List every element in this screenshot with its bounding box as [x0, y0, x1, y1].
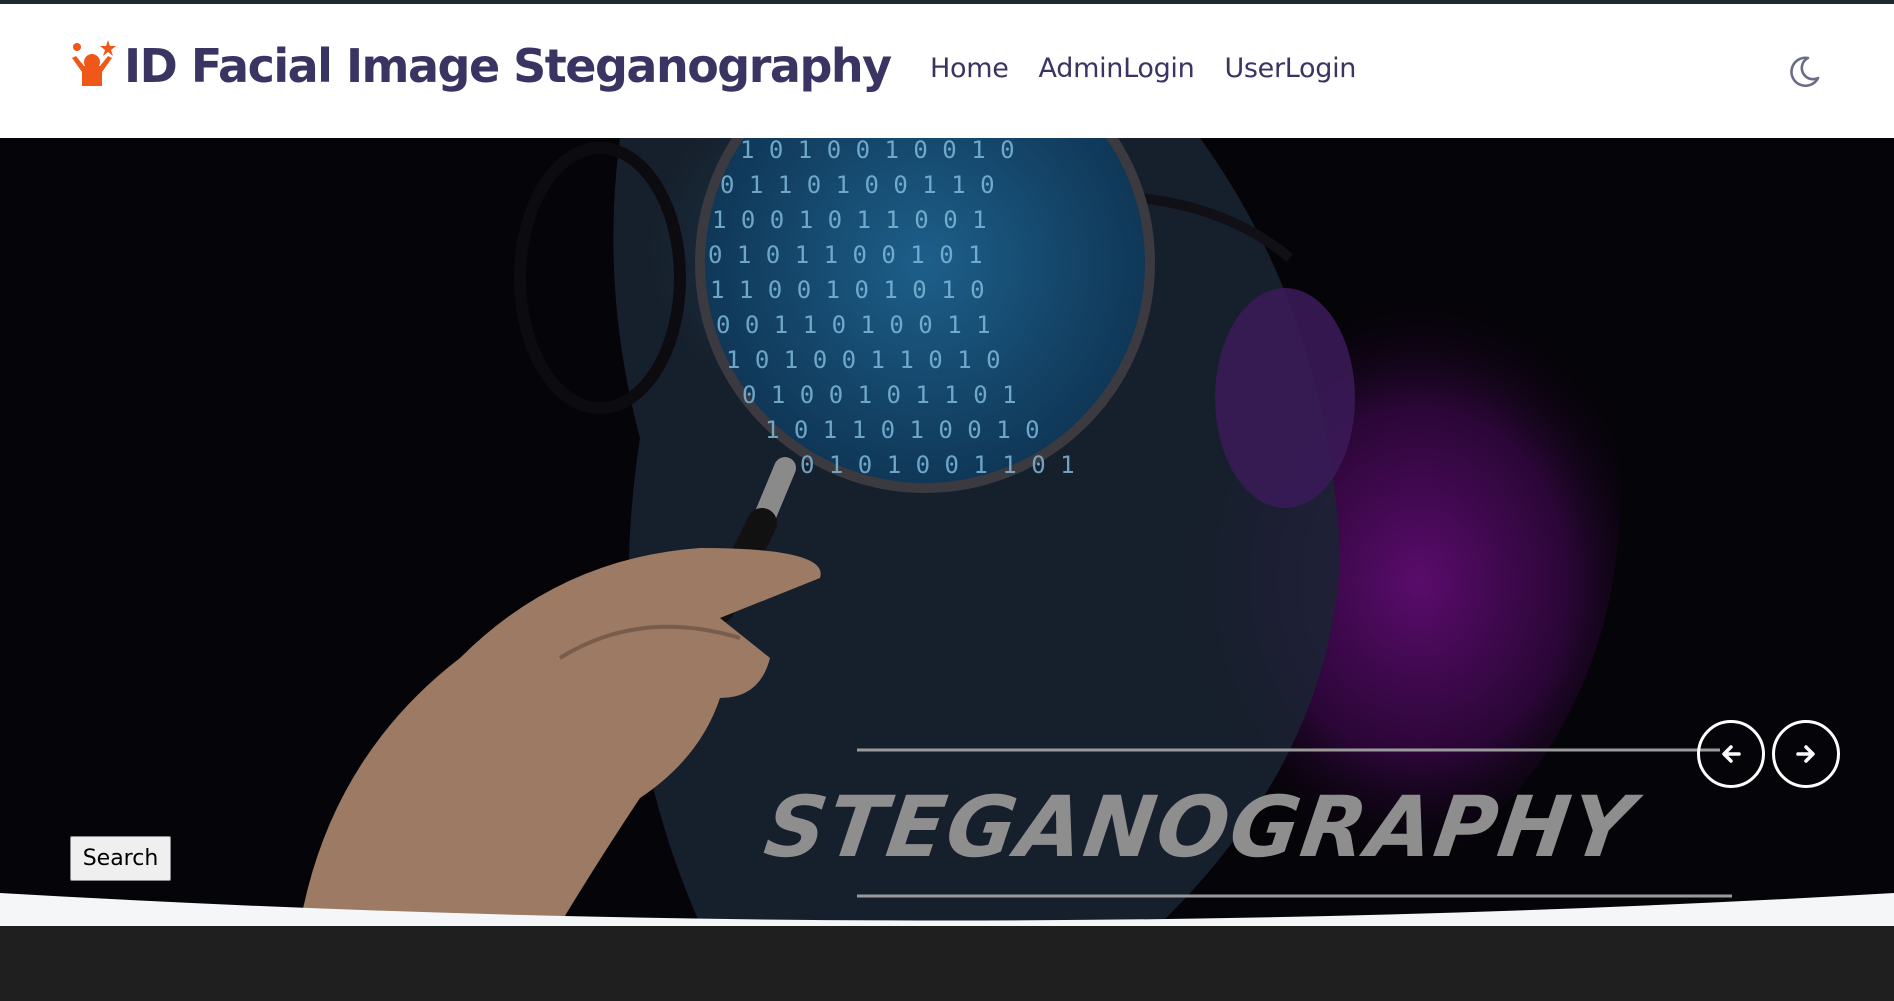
binary-row: 0 1 0 1 0 0 1 1 0 1: [800, 451, 1075, 479]
binary-row: 0 1 0 1 1 0 0 1 0 1: [708, 241, 983, 269]
binary-row: 1 0 0 1 0 1 1 0 0 1: [712, 206, 987, 234]
arrow-right-icon: [1796, 745, 1815, 763]
binary-row: 1 1 0 0 1 0 1 0 1 0: [710, 276, 985, 304]
navbar: ID Facial Image Steganography Home Admin…: [0, 4, 1894, 138]
nav-admin-login[interactable]: AdminLogin: [1039, 53, 1195, 84]
carousel-prev-button[interactable]: [1697, 720, 1765, 788]
moon-icon[interactable]: [1786, 54, 1822, 90]
binary-row: 0 1 1 0 1 0 0 1 1 0: [720, 171, 995, 199]
footer: [0, 926, 1894, 1001]
binary-row: 1 0 1 0 0 1 0 0 1 0: [740, 138, 1015, 164]
hero-wordmark: STEGANOGRAPHY: [759, 778, 1642, 876]
hero-bottom-curve: [0, 893, 1894, 928]
nav-home[interactable]: Home: [930, 53, 1009, 84]
main-nav: Home AdminLogin UserLogin: [930, 53, 1356, 84]
brand-title: ID Facial Image Steganography: [124, 39, 892, 93]
nav-user-login[interactable]: UserLogin: [1224, 53, 1356, 84]
carousel-next-button[interactable]: [1772, 720, 1840, 788]
arrow-left-icon: [1722, 745, 1741, 763]
binary-row: 1 0 1 1 0 1 0 0 1 0: [765, 416, 1040, 444]
brand-logo-icon: [72, 40, 116, 86]
binary-row: 0 0 1 1 0 1 0 0 1 1: [716, 311, 991, 339]
search-button[interactable]: Search: [70, 836, 171, 881]
binary-row: 1 0 1 0 0 1 1 0 1 0: [726, 346, 1001, 374]
brand[interactable]: ID Facial Image Steganography: [68, 38, 892, 94]
binary-row: 0 1 0 0 1 0 1 1 0 1: [742, 381, 1017, 409]
hero-carousel: 1 0 1 0 0 1 0 0 1 0 0 1 1 0 1 0 0 1 1 0 …: [0, 138, 1894, 924]
